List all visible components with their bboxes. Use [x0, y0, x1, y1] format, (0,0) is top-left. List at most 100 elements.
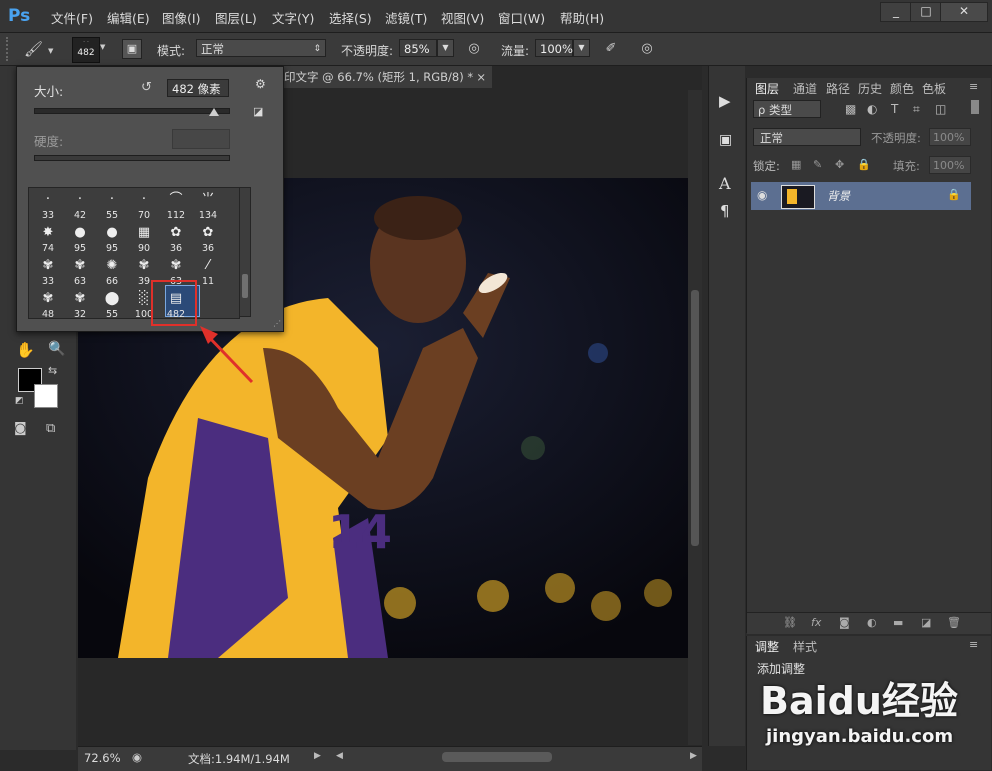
filter-adjustment-icon[interactable]: ◐ — [867, 102, 877, 116]
3d-cube-icon[interactable]: ▣ — [719, 132, 732, 148]
new-layer-icon[interactable]: ◪ — [921, 616, 931, 629]
layer-style-icon[interactable]: fx — [811, 616, 821, 629]
scroll-right-icon[interactable]: ▶ — [690, 751, 697, 761]
status-menu-arrow-icon[interactable]: ▶ — [314, 751, 321, 761]
fill-input[interactable]: 100% — [929, 156, 971, 174]
zoom-tool-icon[interactable]: 🔍 — [48, 341, 65, 357]
horizontal-scrollbar-thumb[interactable] — [442, 752, 552, 762]
vertical-scrollbar-thumb[interactable] — [691, 290, 699, 546]
new-preset-icon[interactable]: ◪ — [253, 105, 263, 118]
menu-filter[interactable]: 滤镜(T) — [385, 8, 427, 27]
brush-preset-item[interactable]: ✿ 36 — [193, 223, 223, 256]
adjust-panel-menu-icon[interactable]: ≡ — [969, 638, 978, 651]
swap-colors-icon[interactable]: ⇆ — [48, 364, 57, 377]
menu-select[interactable]: 选择(S) — [329, 8, 372, 27]
delete-layer-icon[interactable]: 🗑 — [947, 616, 961, 629]
menu-layer[interactable]: 图层(L) — [215, 8, 257, 27]
background-color-swatch[interactable] — [34, 384, 58, 408]
layer-filter-select[interactable]: ρ 类型 — [753, 100, 821, 118]
brush-preset-item[interactable]: ✾ 32 — [65, 289, 95, 318]
brush-tool-icon[interactable]: 🖌 — [24, 41, 43, 57]
brush-preset-item[interactable]: · 55 — [97, 190, 127, 223]
tab-adjustments[interactable]: 调整 — [755, 638, 779, 655]
menu-window[interactable]: 窗口(W) — [498, 8, 545, 27]
tablet-size-pressure-icon[interactable]: ◎ — [639, 41, 655, 57]
brush-preset-item[interactable]: ⁄ 11 — [193, 256, 223, 289]
size-slider[interactable] — [34, 108, 230, 114]
brush-preset-item[interactable]: ⬤ 55 — [97, 289, 127, 318]
tab-color[interactable]: 颜色 — [890, 80, 914, 97]
opacity-input[interactable]: 85% — [399, 39, 437, 57]
screen-mode-icon[interactable]: ⧉ — [46, 421, 55, 436]
layer-opacity-input[interactable]: 100% — [929, 128, 971, 146]
lock-transparency-icon[interactable]: ▦ — [791, 158, 801, 171]
tab-channels[interactable]: 通道 — [793, 80, 817, 97]
blend-mode-select[interactable]: 正常 — [753, 128, 861, 146]
brush-preset-item[interactable]: ✾ 63 — [65, 256, 95, 289]
default-colors-icon[interactable]: ◩ — [15, 396, 24, 406]
close-document-icon[interactable]: × — [476, 66, 486, 88]
adjustment-layer-icon[interactable]: ◐ — [867, 616, 877, 629]
size-slider-thumb[interactable] — [209, 108, 220, 116]
lock-all-icon[interactable]: 🔒 — [857, 158, 871, 171]
actions-play-icon[interactable]: ▶ — [719, 92, 731, 110]
tab-styles[interactable]: 样式 — [793, 638, 817, 655]
brush-preset-item[interactable]: · 42 — [65, 190, 95, 223]
brush-preset-item[interactable]: ⌒ 112 — [161, 190, 191, 223]
filter-smart-object-icon[interactable]: ◫ — [935, 102, 946, 116]
brush-preset-item[interactable]: ▦ 90 — [129, 223, 159, 256]
maximize-button[interactable]: □ — [910, 2, 942, 22]
brush-preset-item[interactable]: ✿ 36 — [161, 223, 191, 256]
tab-swatches[interactable]: 色板 — [922, 80, 946, 97]
document-tab[interactable]: 印文字 @ 66.7% (矩形 1, RGB/8) * × — [282, 66, 492, 88]
preset-grid-scroll-thumb[interactable] — [242, 274, 248, 298]
filter-type-icon[interactable]: T — [891, 102, 898, 116]
lock-pixels-icon[interactable]: ✎ — [813, 158, 822, 171]
layer-name[interactable]: 背景 — [827, 188, 850, 204]
menu-view[interactable]: 视图(V) — [441, 8, 484, 27]
close-button[interactable]: ✕ — [940, 2, 988, 22]
minimize-button[interactable]: _ — [880, 2, 912, 22]
resize-grip-icon[interactable]: ⋰ — [273, 319, 281, 328]
size-input[interactable]: 482 像素 — [167, 79, 229, 97]
menu-type[interactable]: 文字(Y) — [272, 8, 314, 27]
tab-history[interactable]: 历史 — [858, 80, 882, 97]
brush-preset-item[interactable]: ⺌ 134 — [193, 190, 223, 223]
status-info-icon[interactable]: ◉ — [132, 750, 142, 764]
brush-preset-item[interactable]: ✸ 74 — [33, 223, 63, 256]
brush-preset-item[interactable]: ✺ 66 — [97, 256, 127, 289]
tab-layers[interactable]: 图层 — [755, 80, 779, 97]
brush-preset-item[interactable]: · 33 — [33, 190, 63, 223]
menu-help[interactable]: 帮助(H) — [560, 8, 604, 27]
brush-preset-item[interactable]: ● 95 — [97, 223, 127, 256]
mode-select[interactable]: 正常 ⇕ — [196, 39, 326, 57]
filter-pixel-icon[interactable]: ▩ — [845, 102, 856, 116]
menu-file[interactable]: 文件(F) — [51, 8, 93, 27]
menu-edit[interactable]: 编辑(E) — [107, 8, 150, 27]
brush-preset-item[interactable]: ✾ 33 — [33, 256, 63, 289]
add-mask-icon[interactable]: ◙ — [839, 616, 850, 629]
quick-mask-icon[interactable]: ◙ — [14, 421, 27, 436]
zoom-level[interactable]: 72.6% — [84, 751, 121, 765]
brush-preset-item[interactable]: ✾ 48 — [33, 289, 63, 318]
scroll-left-icon[interactable]: ◀ — [336, 751, 343, 761]
filter-shape-icon[interactable]: ⌗ — [913, 102, 920, 117]
flow-dropdown-icon[interactable]: ▼ — [573, 39, 590, 57]
brush-preset-item[interactable]: ● 95 — [65, 223, 95, 256]
airbrush-icon[interactable]: ✐ — [603, 41, 619, 57]
lock-position-icon[interactable]: ✥ — [835, 158, 844, 171]
brush-preset-item[interactable]: · 70 — [129, 190, 159, 223]
reset-size-icon[interactable]: ↺ — [141, 80, 152, 95]
hand-tool-icon[interactable]: ✋ — [16, 341, 35, 359]
layer-row-background[interactable]: ◉ 背景 🔒 — [751, 182, 971, 210]
new-group-icon[interactable]: ▬ — [893, 616, 903, 629]
preset-grid-scrollbar[interactable] — [239, 187, 251, 317]
brush-panel-toggle-icon[interactable]: ▣ — [122, 39, 142, 59]
tool-preset-dropdown-icon[interactable]: ▼ — [48, 47, 53, 55]
link-layers-icon[interactable]: ⛓ — [783, 616, 797, 629]
brush-picker-dropdown-icon[interactable]: ▼ — [100, 43, 105, 51]
opacity-dropdown-icon[interactable]: ▼ — [437, 39, 454, 57]
tab-paths[interactable]: 路径 — [826, 80, 850, 97]
visibility-eye-icon[interactable]: ◉ — [757, 188, 767, 202]
character-panel-icon[interactable]: A — [719, 174, 731, 193]
